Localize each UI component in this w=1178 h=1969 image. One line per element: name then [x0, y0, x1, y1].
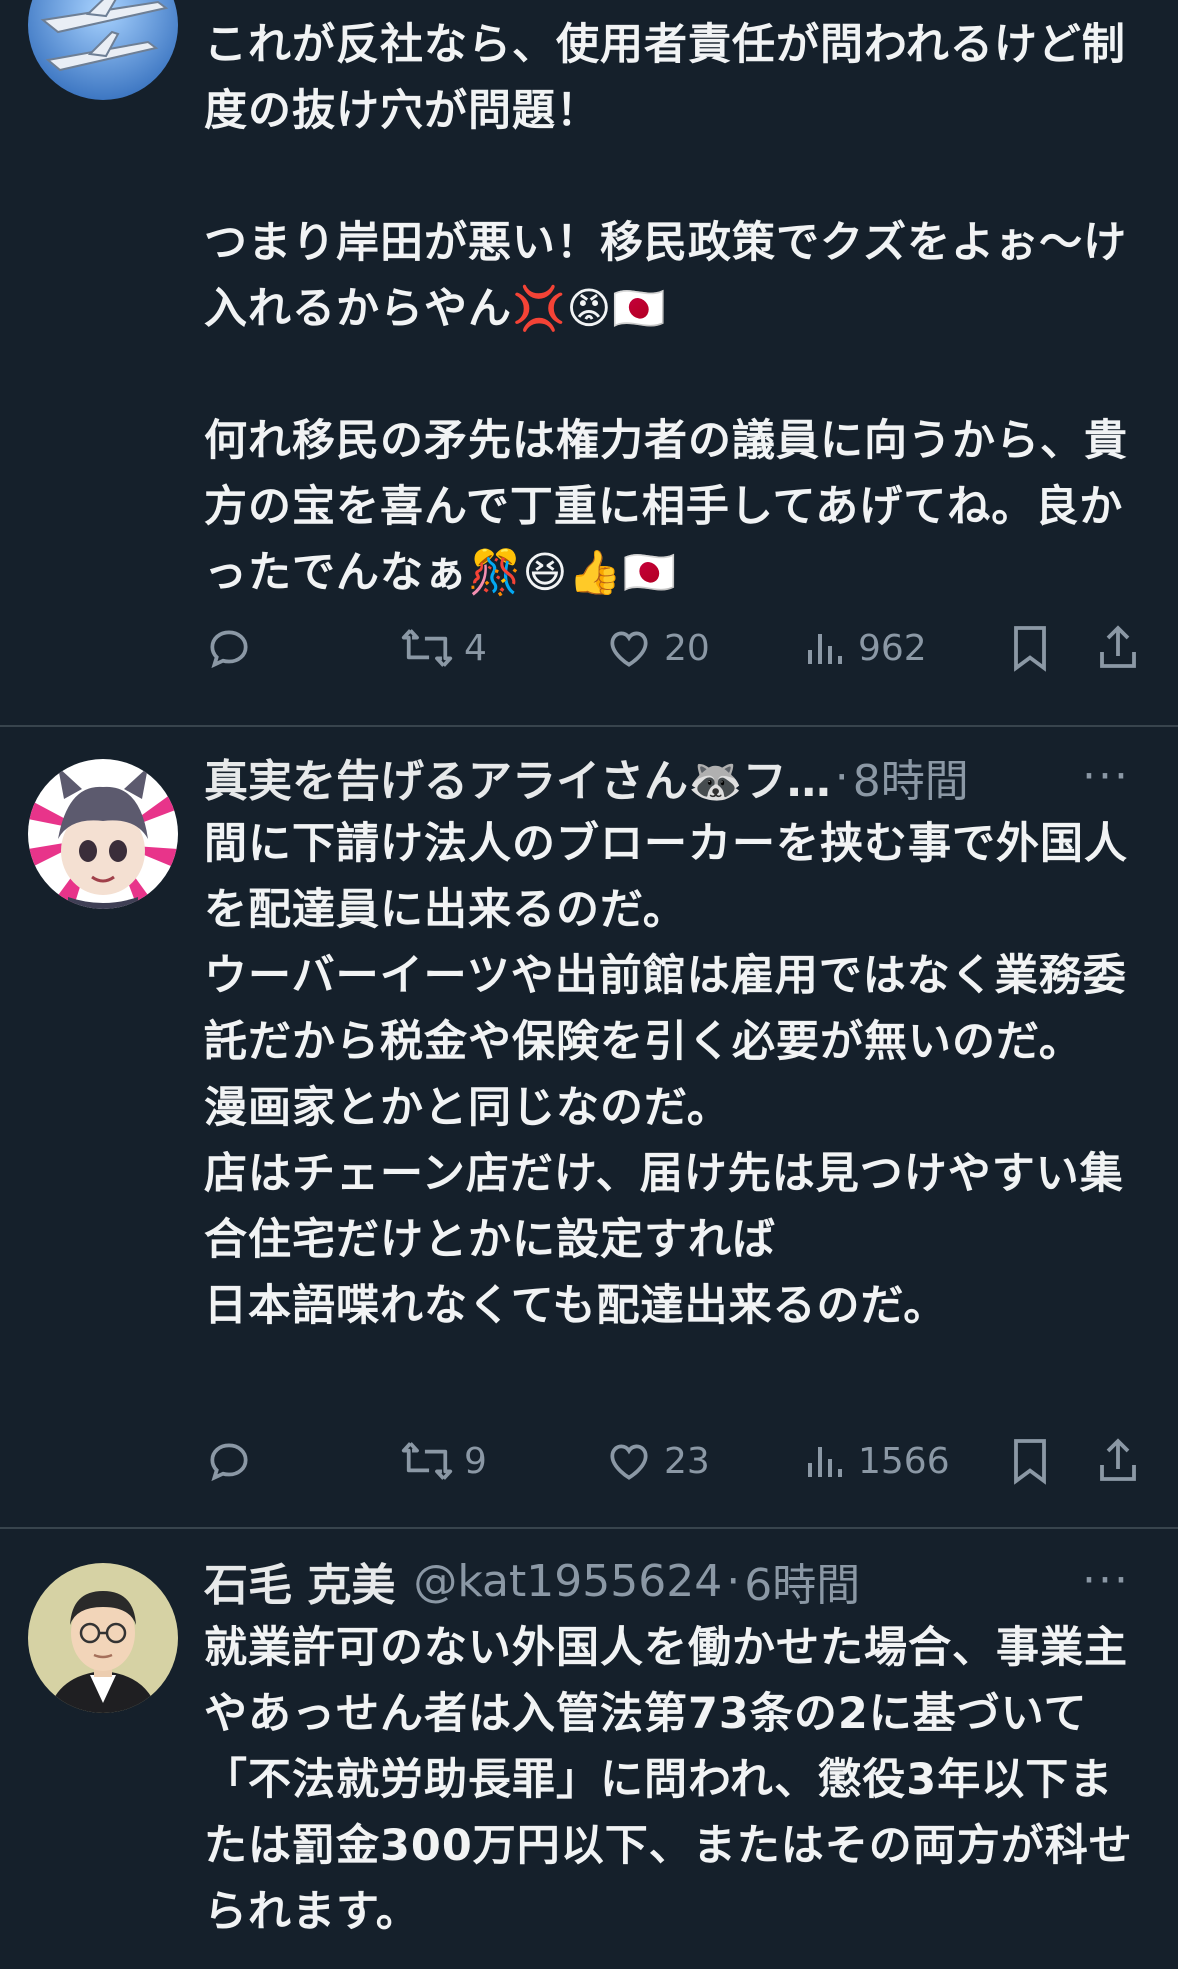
bookmark-button[interactable] [1006, 1431, 1054, 1491]
tweet-actions: 9 23 1566 [204, 1431, 1144, 1491]
man-glasses-avatar-icon [28, 1563, 178, 1713]
reply-button[interactable] [204, 1431, 254, 1491]
views-icon [808, 634, 842, 664]
views-button[interactable]: 962 [804, 618, 927, 678]
views-count: 962 [858, 627, 927, 669]
share-icon [1100, 1438, 1136, 1481]
anime-raccoon-girl-avatar-icon [28, 759, 178, 909]
timestamp[interactable]: 8時間 [853, 745, 969, 809]
like-count: 23 [664, 1440, 710, 1482]
retweet-count: 9 [464, 1440, 487, 1482]
retweet-icon [401, 629, 453, 667]
separator-dot: · [726, 1555, 741, 1607]
heart-icon [610, 1444, 648, 1480]
retweet-button[interactable]: 9 [400, 1431, 487, 1491]
reply-icon [210, 1443, 248, 1482]
author-name[interactable]: 真実を告げるアライさん🦝フ… [204, 745, 831, 809]
like-count: 20 [664, 627, 710, 669]
tweet-header: 真実を告げるアライさん🦝フ… · 8時間 ··· [204, 747, 1158, 807]
author-handle[interactable]: @kat1955624 [413, 1556, 722, 1607]
bookmark-icon [1014, 626, 1046, 672]
more-options-button[interactable]: ··· [1082, 1551, 1130, 1611]
like-button[interactable]: 20 [604, 618, 710, 678]
retweet-icon [401, 1442, 453, 1480]
heart-icon [610, 631, 648, 667]
author-name[interactable]: 石毛 克美 [204, 1549, 395, 1613]
tweet-3[interactable]: 石毛 克美 @kat1955624 · 6時間 ··· 就業許可のない外国人を働… [0, 1529, 1178, 1969]
tweet-actions: 4 20 962 [204, 618, 1144, 678]
tweet-text: 就業許可のない外国人を働かせた場合、事業主やあっせん者は入管法第73条の2に基づ… [204, 1623, 1133, 1937]
separator-dot: · [834, 751, 849, 803]
retweet-count: 4 [464, 627, 487, 669]
tweet-text: 間に下請け法人のブローカーを挟む事で外国人を配達員に出来るのだ。 ウーバーイーツ… [204, 819, 1128, 1331]
avatar[interactable] [28, 0, 178, 100]
share-button[interactable] [1094, 1431, 1142, 1491]
like-button[interactable]: 23 [604, 1431, 710, 1491]
timestamp[interactable]: 6時間 [744, 1549, 860, 1613]
views-count: 1566 [858, 1440, 950, 1482]
avatar[interactable] [28, 1563, 178, 1713]
views-icon [808, 1447, 842, 1477]
tweet-1[interactable]: これが反社なら、使用者責任が問われるけど制度の抜け穴が問題！ つまり岸田が悪い！… [0, 0, 1178, 727]
share-button[interactable] [1094, 618, 1142, 678]
tweet-2[interactable]: 真実を告げるアライさん🦝フ… · 8時間 ··· 間に下請け法人のブローカーを挟… [0, 725, 1178, 1529]
military-jets-avatar-icon [28, 0, 178, 100]
retweet-button[interactable]: 4 [400, 618, 487, 678]
reply-icon [210, 630, 248, 669]
share-icon [1100, 625, 1136, 668]
bookmark-button[interactable] [1006, 618, 1054, 678]
more-options-button[interactable]: ··· [1082, 747, 1130, 807]
tweet-header: 石毛 克美 @kat1955624 · 6時間 ··· [204, 1551, 1158, 1611]
views-button[interactable]: 1566 [804, 1431, 950, 1491]
bookmark-icon [1014, 1439, 1046, 1485]
tweet-text: これが反社なら、使用者責任が問われるけど制度の抜け穴が問題！ つまり岸田が悪い！… [204, 20, 1128, 598]
reply-button[interactable] [204, 618, 254, 678]
avatar[interactable] [28, 759, 178, 909]
